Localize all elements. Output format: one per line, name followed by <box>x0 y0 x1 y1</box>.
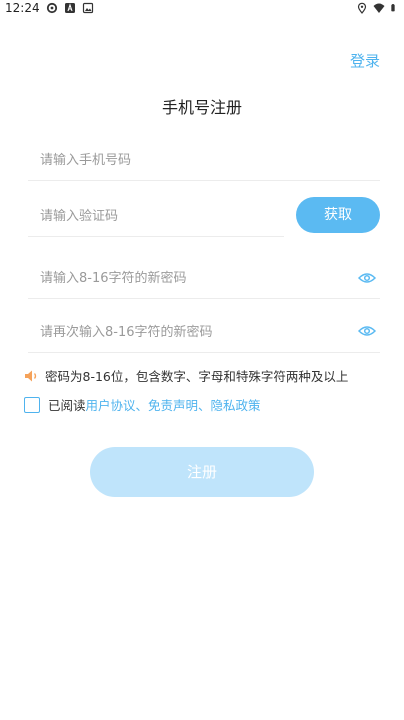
eye-icon[interactable] <box>358 324 376 338</box>
confirm-password-field-row <box>28 312 380 353</box>
wifi-icon <box>373 3 385 13</box>
sync-icon <box>46 2 58 14</box>
image-box-icon <box>82 2 94 14</box>
code-field-row <box>28 196 284 237</box>
register-button[interactable]: 注册 <box>90 447 314 497</box>
agree-checkbox[interactable] <box>24 396 40 413</box>
phone-input[interactable] <box>28 140 380 180</box>
agreement-row: 已阅读 用户协议、免责声明、隐私政策 <box>24 395 261 414</box>
agreement-links[interactable]: 用户协议、免责声明、隐私政策 <box>86 395 261 414</box>
status-time: 12:24 <box>5 1 40 15</box>
verification-code-input[interactable] <box>28 196 284 236</box>
agree-prefix-text: 已阅读 <box>48 398 86 413</box>
password-field-row <box>28 258 380 299</box>
password-hint-text: 密码为8-16位，包含数字、字母和特殊字符两种及以上 <box>45 369 349 384</box>
password-hint: 密码为8-16位，包含数字、字母和特殊字符两种及以上 <box>24 366 348 385</box>
status-right-icons <box>356 2 398 14</box>
status-left-icons <box>46 2 94 14</box>
location-icon <box>357 2 367 14</box>
phone-field-row <box>28 140 380 181</box>
confirm-password-input[interactable] <box>28 312 380 352</box>
login-link[interactable]: 登录 <box>350 50 380 71</box>
page-title: 手机号注册 <box>161 98 242 117</box>
password-input[interactable] <box>28 258 380 298</box>
a-box-icon <box>65 3 75 13</box>
speaker-icon <box>25 370 37 381</box>
get-code-button[interactable]: 获取 <box>296 197 380 233</box>
status-bar: 12:24 <box>0 0 404 18</box>
eye-icon[interactable] <box>358 271 376 285</box>
battery-icon <box>391 4 395 12</box>
